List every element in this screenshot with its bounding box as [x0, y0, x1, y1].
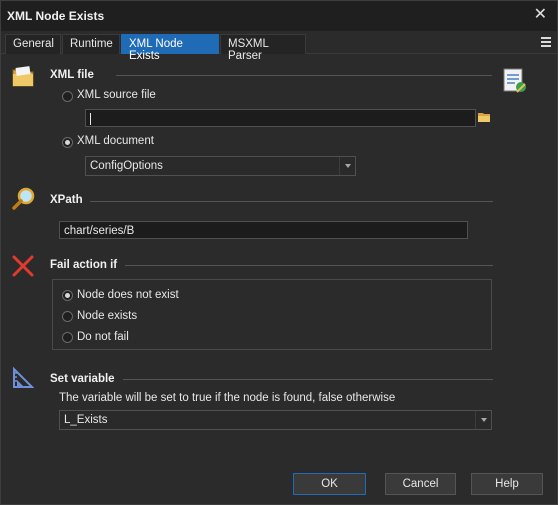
fail-node-not-exist-label: Node does not exist	[77, 289, 179, 301]
xml-source-file-radio[interactable]	[62, 91, 73, 102]
close-icon[interactable]: ✕	[534, 7, 547, 23]
cancel-button[interactable]: Cancel	[385, 473, 456, 495]
chevron-down-icon	[339, 157, 355, 175]
xml-source-file-label: XML source file	[77, 89, 156, 101]
xml-source-file-input[interactable]	[85, 109, 476, 127]
window-title: XML Node Exists	[7, 9, 105, 23]
tab-bar: General Runtime XML Node Exists MSXML Pa…	[1, 32, 557, 62]
fail-action-divider	[125, 265, 493, 266]
chevron-down-icon	[475, 411, 491, 429]
xml-document-select[interactable]: ConfigOptions	[85, 156, 356, 176]
help-button[interactable]: Help	[471, 473, 543, 495]
tab-xml-node-exists[interactable]: XML Node Exists	[121, 34, 219, 62]
xpath-divider	[90, 201, 493, 202]
do-not-fail-label: Do not fail	[77, 331, 129, 343]
set-variable-section-title: Set variable	[50, 373, 115, 385]
do-not-fail-radio[interactable]	[62, 332, 73, 343]
xpath-input[interactable]: chart/series/B	[59, 221, 468, 239]
xpath-section-title: XPath	[50, 194, 83, 206]
tab-runtime[interactable]: Runtime	[62, 34, 120, 54]
folder-icon	[12, 66, 34, 87]
dialog-window: XML Node Exists ✕ General Runtime XML No…	[0, 0, 558, 505]
tab-general[interactable]: General	[5, 34, 61, 54]
text-caret	[90, 113, 91, 125]
xml-document-icon[interactable]	[501, 67, 529, 95]
red-x-icon	[12, 255, 34, 277]
fail-action-section-title: Fail action if	[50, 259, 118, 271]
xml-document-label: XML document	[77, 135, 154, 147]
fail-node-exists-radio[interactable]	[62, 311, 73, 322]
fail-node-exists-label: Node exists	[77, 310, 138, 322]
set-variable-divider	[123, 379, 493, 380]
magnifier-icon	[12, 187, 35, 210]
tab-msxml-parser[interactable]: MSXML Parser	[220, 34, 306, 62]
tab-menu-icon[interactable]	[541, 37, 551, 47]
title-bar: XML Node Exists ✕	[1, 1, 557, 31]
ok-button[interactable]: OK	[293, 473, 366, 495]
xml-file-section-title: XML file	[50, 69, 94, 81]
set-variable-description: The variable will be set to true if the …	[59, 392, 396, 404]
ruler-icon	[13, 366, 35, 388]
browse-folder-icon[interactable]	[477, 110, 491, 124]
xml-document-radio[interactable]	[62, 137, 73, 148]
fail-node-not-exist-radio[interactable]	[62, 290, 73, 301]
variable-select[interactable]: L_Exists	[59, 410, 492, 430]
xml-file-divider	[116, 75, 492, 76]
